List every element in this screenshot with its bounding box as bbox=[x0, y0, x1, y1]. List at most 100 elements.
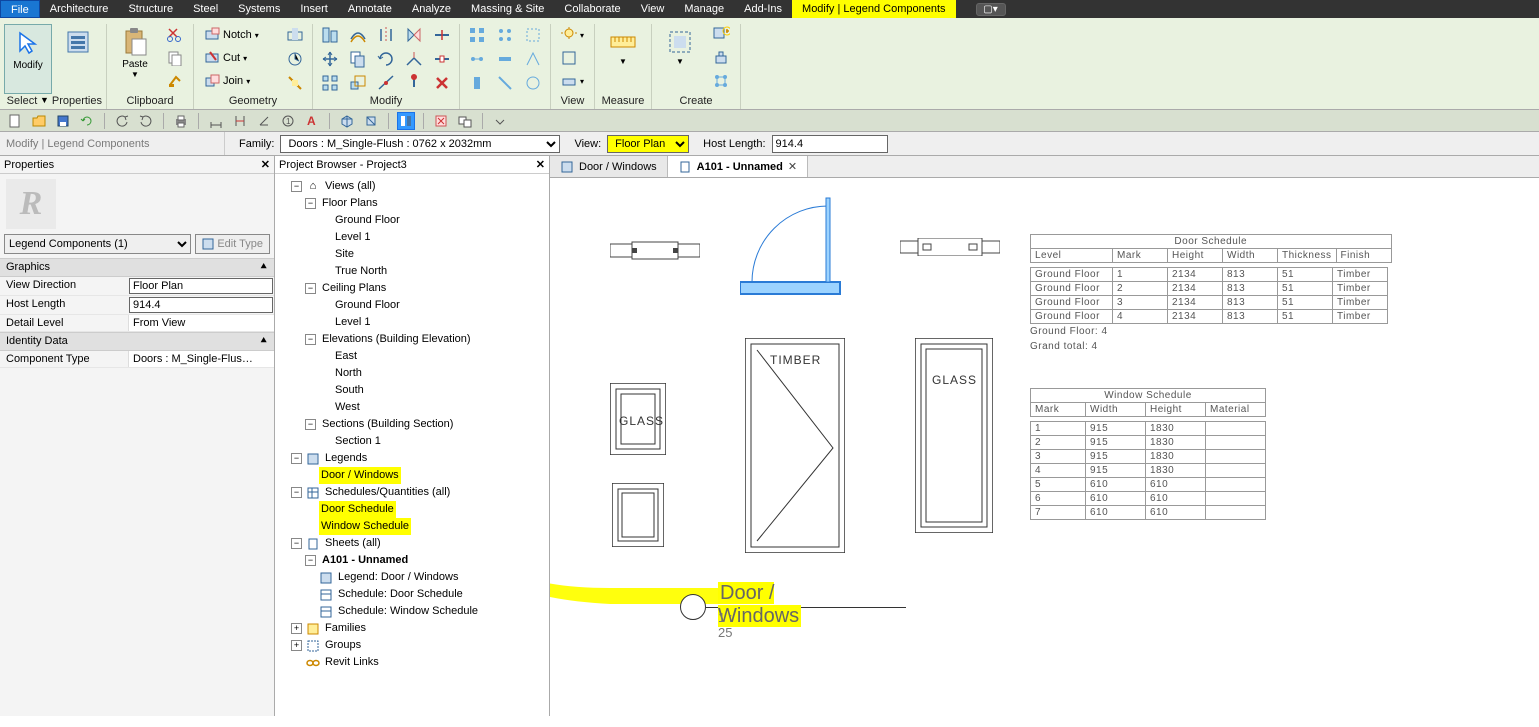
sheet-canvas[interactable]: GLASS TIMBER GLASS Door Sche bbox=[550, 178, 1539, 716]
pin-button[interactable] bbox=[401, 72, 427, 94]
match-type-button[interactable] bbox=[165, 70, 185, 92]
activate-dimensions-button[interactable] bbox=[282, 48, 308, 70]
cut-geometry-button[interactable]: Cut▾ bbox=[202, 47, 276, 69]
select-panel-label[interactable]: Select bbox=[4, 95, 40, 109]
modify-sub5-button[interactable] bbox=[492, 72, 518, 94]
ceiling-level1[interactable]: Level 1 bbox=[333, 314, 372, 331]
join-geometry-button[interactable]: Join▾ bbox=[202, 70, 276, 92]
view-true-north[interactable]: True North bbox=[333, 263, 389, 280]
qat-section-button[interactable] bbox=[362, 112, 380, 130]
qat-tag-button[interactable]: 1 bbox=[279, 112, 297, 130]
undo-button[interactable] bbox=[113, 112, 131, 130]
qat-align-button[interactable] bbox=[231, 112, 249, 130]
properties-close-button[interactable]: ✕ bbox=[261, 158, 270, 171]
ceiling-plans-node[interactable]: Ceiling Plans bbox=[320, 280, 388, 297]
view-direction-value[interactable]: Floor Plan bbox=[129, 278, 273, 294]
door-elevation-symbol[interactable] bbox=[745, 338, 845, 553]
sheets-node[interactable]: Sheets (all) bbox=[323, 535, 383, 552]
redo-button[interactable] bbox=[137, 112, 155, 130]
ribbon-collapse-dropdown[interactable]: ▢▾ bbox=[976, 3, 1006, 16]
legend-door-windows[interactable]: Door / Windows bbox=[319, 467, 401, 484]
cut-to-clipboard-button[interactable] bbox=[165, 24, 185, 46]
tree-toggle[interactable]: − bbox=[291, 453, 302, 464]
menu-file[interactable]: File bbox=[0, 0, 40, 18]
split-face-button[interactable] bbox=[282, 72, 308, 94]
elev-north[interactable]: North bbox=[333, 365, 364, 382]
menu-addins[interactable]: Add-Ins bbox=[734, 0, 792, 18]
section1[interactable]: Section 1 bbox=[333, 433, 383, 450]
component-type-value[interactable]: Doors : M_Single-Flus… bbox=[128, 351, 274, 367]
menu-insert[interactable]: Insert bbox=[290, 0, 338, 18]
qat-3d-button[interactable] bbox=[338, 112, 356, 130]
window-small-symbol[interactable] bbox=[612, 483, 664, 547]
tree-toggle[interactable]: − bbox=[305, 283, 316, 294]
tree-toggle[interactable]: − bbox=[305, 555, 316, 566]
menu-modify-legend[interactable]: Modify | Legend Components bbox=[792, 0, 956, 18]
window-schedule-item[interactable]: Window Schedule bbox=[319, 518, 411, 535]
create-group-button[interactable]: ▼ bbox=[656, 24, 704, 94]
sheet-window-sched[interactable]: Schedule: Window Schedule bbox=[336, 603, 480, 620]
move-button[interactable] bbox=[317, 48, 343, 70]
families-node[interactable]: Families bbox=[323, 620, 368, 637]
view-level1[interactable]: Level 1 bbox=[333, 229, 372, 246]
browser-close-button[interactable]: ✕ bbox=[536, 158, 545, 171]
align-button[interactable] bbox=[317, 24, 343, 46]
identity-data-group-header[interactable]: Identity Data⯅ bbox=[0, 332, 274, 351]
notch-button[interactable]: Notch▾ bbox=[202, 24, 276, 46]
delete-button[interactable] bbox=[429, 72, 455, 94]
rotate-button[interactable] bbox=[373, 48, 399, 70]
paste-button[interactable]: Paste ▼ bbox=[111, 24, 159, 94]
split-button[interactable] bbox=[429, 24, 455, 46]
qat-text-button[interactable]: A bbox=[303, 112, 321, 130]
schedules-node[interactable]: Schedules/Quantities (all) bbox=[323, 484, 452, 501]
tree-toggle[interactable]: − bbox=[291, 487, 302, 498]
split-gap-button[interactable] bbox=[429, 48, 455, 70]
tree-toggle[interactable]: + bbox=[291, 640, 302, 651]
family-select[interactable]: Doors : M_Single-Flush : 0762 x 2032mm bbox=[280, 135, 560, 153]
menu-systems[interactable]: Systems bbox=[228, 0, 290, 18]
menu-collaborate[interactable]: Collaborate bbox=[554, 0, 630, 18]
sheet-door-sched[interactable]: Schedule: Door Schedule bbox=[336, 586, 465, 603]
offset-button[interactable] bbox=[345, 24, 371, 46]
groups-node[interactable]: Groups bbox=[323, 637, 363, 654]
create-similar-button[interactable] bbox=[710, 24, 732, 46]
modify-sub1-button[interactable] bbox=[464, 48, 490, 70]
menu-view[interactable]: View bbox=[631, 0, 675, 18]
menu-architecture[interactable]: Architecture bbox=[40, 0, 119, 18]
modify-tool-button[interactable]: Modify bbox=[4, 24, 52, 94]
qat-switch-button[interactable] bbox=[456, 112, 474, 130]
properties-button[interactable] bbox=[54, 24, 102, 94]
menu-structure[interactable]: Structure bbox=[118, 0, 183, 18]
save-button[interactable] bbox=[54, 112, 72, 130]
graphics-group-header[interactable]: Graphics⯅ bbox=[0, 258, 274, 277]
door-schedule-item[interactable]: Door Schedule bbox=[319, 501, 396, 518]
window-plan-symbol[interactable] bbox=[900, 238, 1000, 256]
window-elevation-symbol[interactable] bbox=[915, 338, 993, 533]
sync-button[interactable] bbox=[78, 112, 96, 130]
revit-links-node[interactable]: Revit Links bbox=[323, 654, 381, 671]
view-graphics-button[interactable]: ▾ bbox=[559, 24, 586, 46]
ceiling-ground[interactable]: Ground Floor bbox=[333, 297, 402, 314]
trim-button[interactable] bbox=[401, 48, 427, 70]
print-button[interactable] bbox=[172, 112, 190, 130]
copy-to-clipboard-button[interactable] bbox=[165, 47, 185, 69]
snap-button[interactable] bbox=[492, 24, 518, 46]
align-tool-button[interactable] bbox=[464, 24, 490, 46]
menu-massing-site[interactable]: Massing & Site bbox=[461, 0, 554, 18]
menu-steel[interactable]: Steel bbox=[183, 0, 228, 18]
door-schedule-table[interactable]: Door Schedule LevelMarkHeightWidthThickn… bbox=[1030, 234, 1392, 354]
thin-lines-button[interactable] bbox=[559, 47, 586, 69]
sheet-a101[interactable]: A101 - Unnamed bbox=[320, 552, 410, 569]
qat-angle-button[interactable] bbox=[255, 112, 273, 130]
create-parts-button[interactable] bbox=[710, 70, 732, 92]
mirror-pick-button[interactable] bbox=[401, 24, 427, 46]
view-ground-floor[interactable]: Ground Floor bbox=[333, 212, 402, 229]
legends-node[interactable]: Legends bbox=[323, 450, 369, 467]
select-dropdown-icon[interactable]: ▼ bbox=[40, 95, 52, 109]
elev-west[interactable]: West bbox=[333, 399, 362, 416]
tree-toggle[interactable]: − bbox=[305, 198, 316, 209]
new-file-button[interactable] bbox=[6, 112, 24, 130]
tree-toggle[interactable]: − bbox=[305, 419, 316, 430]
tree-toggle[interactable]: − bbox=[305, 334, 316, 345]
copy-button[interactable] bbox=[345, 48, 371, 70]
